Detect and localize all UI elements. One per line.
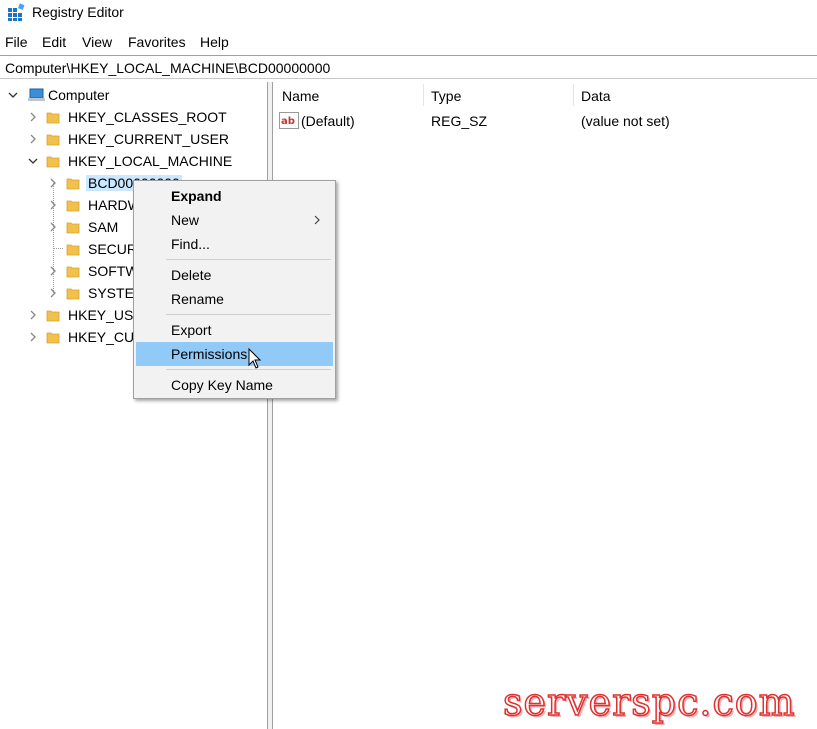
menu-item-label: Copy Key Name: [171, 377, 273, 393]
folder-icon: [66, 178, 80, 190]
menu-item-label: New: [171, 212, 200, 228]
values-pane[interactable]: Name Type Data ab (Default) REG_SZ (valu…: [273, 82, 817, 729]
chevron-right-icon[interactable]: [27, 309, 39, 321]
chevron-right-icon[interactable]: [47, 199, 59, 211]
chevron-right-icon[interactable]: [47, 265, 59, 277]
value-name: (Default): [301, 113, 355, 129]
chevron-down-icon[interactable]: [27, 155, 39, 167]
menu-edit[interactable]: Edit: [42, 34, 66, 50]
tree-label-sam: SAM: [88, 219, 119, 235]
menu-item-new[interactable]: New: [136, 208, 333, 232]
folder-icon: [46, 134, 60, 146]
menu-item-rename[interactable]: Rename: [136, 287, 333, 311]
chevron-down-icon[interactable]: [7, 89, 19, 101]
menu-item-label: Export: [171, 322, 212, 338]
registry-editor-icon: [8, 3, 25, 21]
chevron-right-icon[interactable]: [27, 111, 39, 123]
menu-item-label: Rename: [171, 291, 224, 307]
folder-icon: [66, 200, 80, 212]
menu-favorites[interactable]: Favorites: [128, 34, 186, 50]
menu-item-label: Expand: [171, 188, 222, 204]
tree-node-hkey-classes-root[interactable]: HKEY_CLASSES_ROOT: [0, 106, 260, 128]
folder-icon: [46, 332, 60, 344]
chevron-right-icon[interactable]: [27, 331, 39, 343]
context-menu: Expand New Find... Delete Rename Export …: [133, 180, 336, 399]
watermark: serverspc.com: [502, 679, 796, 725]
value-type: REG_SZ: [431, 113, 488, 129]
menu-separator: [166, 259, 331, 260]
folder-icon: [46, 310, 60, 322]
menu-item-expand[interactable]: Expand: [136, 184, 333, 208]
menu-item-label: Find...: [171, 236, 210, 252]
menu-item-label: Delete: [171, 267, 212, 283]
chevron-right-icon[interactable]: [47, 221, 59, 233]
folder-icon: [46, 112, 60, 124]
tree-label-computer: Computer: [48, 87, 110, 103]
tree-node-computer[interactable]: Computer: [0, 84, 260, 106]
tree-node-hkey-local-machine[interactable]: HKEY_LOCAL_MACHINE: [0, 150, 260, 172]
folder-icon: [46, 156, 60, 168]
window-title: Registry Editor: [32, 4, 124, 20]
svg-text:ab: ab: [281, 116, 295, 127]
menu-item-export[interactable]: Export: [136, 318, 333, 342]
column-divider[interactable]: [573, 84, 574, 106]
column-divider[interactable]: [423, 84, 424, 106]
address-path: Computer\HKEY_LOCAL_MACHINE\BCD00000000: [5, 60, 331, 76]
column-header-name[interactable]: Name: [282, 88, 319, 104]
chevron-right-icon[interactable]: [27, 133, 39, 145]
menu-separator: [166, 314, 331, 315]
menu-item-find[interactable]: Find...: [136, 232, 333, 256]
menu-item-permissions[interactable]: Permissions...: [136, 342, 333, 366]
chevron-right-icon[interactable]: [47, 177, 59, 189]
submenu-arrow-icon: [314, 215, 320, 225]
column-header-type[interactable]: Type: [431, 88, 461, 104]
mouse-cursor-icon: [248, 348, 262, 369]
menu-bar: File Edit View Favorites Help: [0, 32, 817, 54]
tree-node-hkey-current-user[interactable]: HKEY_CURRENT_USER: [0, 128, 260, 150]
tree-label-hkcr: HKEY_CLASSES_ROOT: [68, 109, 227, 125]
folder-icon: [66, 266, 80, 278]
folder-icon: [66, 244, 80, 256]
menu-item-copy-key-name[interactable]: Copy Key Name: [136, 373, 333, 397]
folder-icon: [66, 288, 80, 300]
menu-item-label: Permissions...: [171, 346, 259, 362]
value-data: (value not set): [581, 113, 670, 129]
menu-view[interactable]: View: [82, 34, 112, 50]
menu-item-delete[interactable]: Delete: [136, 263, 333, 287]
address-bar[interactable]: Computer\HKEY_LOCAL_MACHINE\BCD00000000: [0, 57, 817, 79]
folder-icon: [66, 222, 80, 234]
menu-help[interactable]: Help: [200, 34, 229, 50]
string-value-icon: ab: [279, 112, 299, 129]
menu-file[interactable]: File: [5, 34, 28, 50]
menu-separator: [0, 55, 817, 56]
title-bar: Registry Editor: [0, 0, 817, 26]
column-header-data[interactable]: Data: [581, 88, 611, 104]
chevron-right-icon[interactable]: [47, 287, 59, 299]
tree-label-hkcu: HKEY_CURRENT_USER: [68, 131, 230, 147]
tree-label-hklm: HKEY_LOCAL_MACHINE: [68, 153, 233, 169]
computer-icon: [28, 88, 45, 101]
